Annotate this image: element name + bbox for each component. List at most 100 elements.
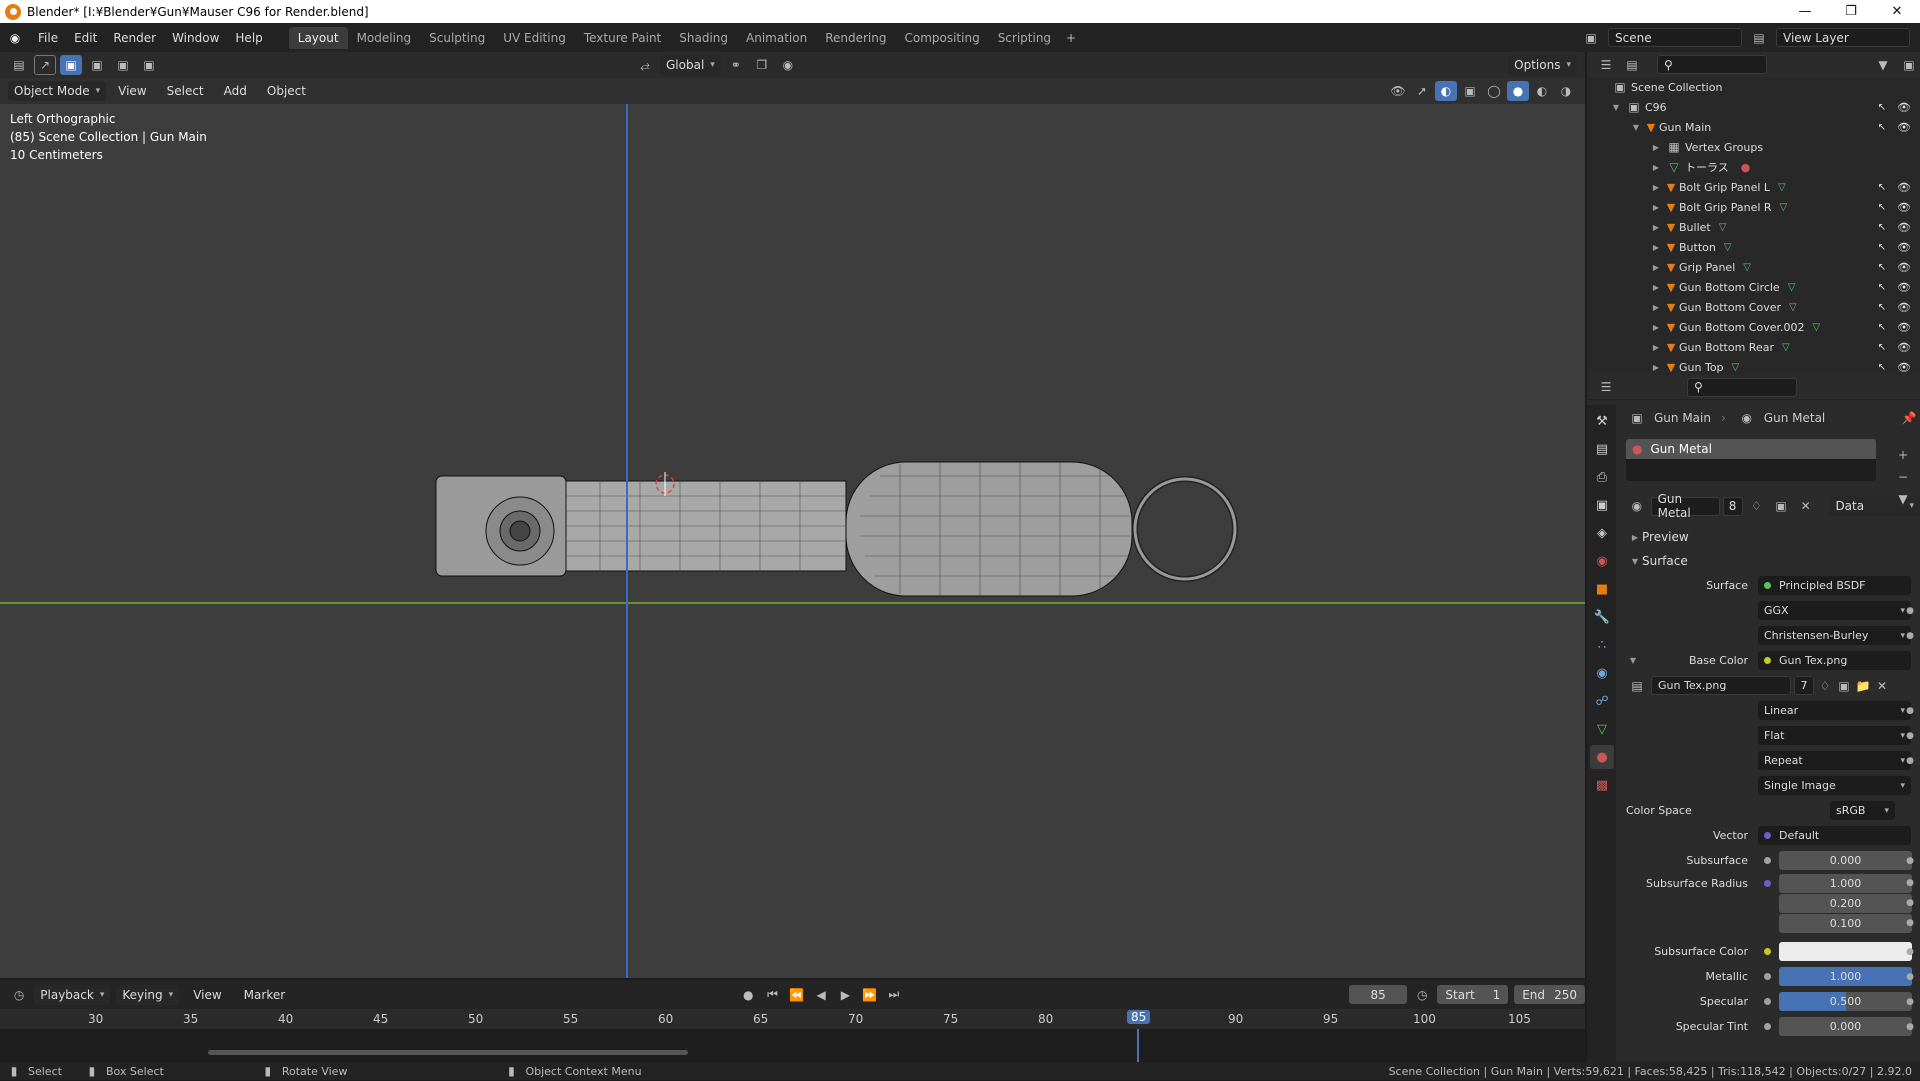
fake-user-icon[interactable]: ♢ xyxy=(1746,496,1768,516)
object-mode-dropdown[interactable]: Object Mode xyxy=(8,81,107,101)
viewport-menu-add[interactable]: Add xyxy=(216,84,255,98)
select-invert-icon[interactable]: ▣ xyxy=(138,55,160,75)
eye-icon[interactable]: 👁 xyxy=(1897,101,1911,114)
unlink-image-icon[interactable]: ✕ xyxy=(1874,676,1890,696)
outliner-row-gun-main[interactable]: ▼ ▼ Gun Main ↖ 👁 xyxy=(1587,117,1920,137)
duplicate-image-icon[interactable]: ▣ xyxy=(1836,676,1852,696)
outliner-row-item[interactable]: ▶ ▼ Gun Top ▽ ↖ 👁 xyxy=(1587,357,1920,377)
expand-icon[interactable]: ▶ xyxy=(1649,163,1663,172)
physics-tab-icon[interactable]: ◉ xyxy=(1590,661,1614,685)
transform-orientation-dropdown[interactable]: Global xyxy=(660,55,721,75)
play-icon[interactable]: ▶ xyxy=(836,985,854,1005)
eye-icon[interactable]: 👁 xyxy=(1897,301,1911,314)
pivot-icon[interactable]: ⚭ xyxy=(725,55,747,75)
minimize-button[interactable]: — xyxy=(1782,4,1828,19)
outliner-row-item[interactable]: ▶ ▦ Vertex Groups xyxy=(1587,137,1920,157)
preview-section[interactable]: ▶ Preview xyxy=(1620,525,1920,549)
viewport-menu-object[interactable]: Object xyxy=(259,84,314,98)
eye-icon[interactable]: 👁 xyxy=(1897,201,1911,214)
eye-icon[interactable]: 👁 xyxy=(1897,241,1911,254)
specular-slider[interactable]: 0.500 xyxy=(1779,992,1912,1011)
cursor-icon[interactable]: ↖ xyxy=(1878,222,1886,233)
base-color-field[interactable]: Gun Tex.png xyxy=(1758,651,1911,670)
modifier-tab-icon[interactable]: 🔧 xyxy=(1590,605,1614,629)
timeline-area[interactable] xyxy=(0,1029,1585,1062)
filter-icon[interactable]: ▼ xyxy=(1872,55,1894,75)
add-workspace-icon[interactable]: + xyxy=(1060,28,1082,48)
remove-slot-icon[interactable]: − xyxy=(1892,467,1914,487)
expand-icon[interactable]: ▶ xyxy=(1649,343,1663,352)
outliner-row-item[interactable]: ▶ ▼ Gun Bottom Cover.002 ▽ ↖ 👁 xyxy=(1587,317,1920,337)
tab-texture-paint[interactable]: Texture Paint xyxy=(575,27,670,49)
xray-icon[interactable]: ▣ xyxy=(1459,81,1481,101)
anim-dot-icon[interactable]: ● xyxy=(1906,856,1914,866)
tab-modeling[interactable]: Modeling xyxy=(348,27,421,49)
cursor-icon[interactable]: ↖ xyxy=(1878,122,1886,133)
overlays-icon[interactable]: ◐ xyxy=(1435,81,1457,101)
solid-shading-icon[interactable]: ● xyxy=(1507,81,1529,101)
eye-icon[interactable]: 👁 xyxy=(1897,121,1911,134)
anim-dot-icon[interactable]: ● xyxy=(1906,1022,1914,1032)
menu-help[interactable]: Help xyxy=(227,31,270,45)
add-slot-icon[interactable]: + xyxy=(1892,445,1914,465)
eye-icon[interactable]: 👁 xyxy=(1897,261,1911,274)
anim-dot-icon[interactable]: ● xyxy=(1906,898,1914,908)
jump-keyframe-back-icon[interactable]: ⏪ xyxy=(788,985,806,1005)
close-button[interactable]: ✕ xyxy=(1874,4,1920,19)
cursor-icon[interactable]: ↖ xyxy=(1878,322,1886,333)
expand-icon[interactable]: ▶ xyxy=(1649,323,1663,332)
tab-uv-editing[interactable]: UV Editing xyxy=(494,27,575,49)
subsurface-color-swatch[interactable] xyxy=(1779,942,1912,961)
anim-dot-icon[interactable]: ● xyxy=(1906,918,1914,928)
eye-icon[interactable]: 👁 xyxy=(1897,361,1911,374)
expand-icon[interactable]: ▶ xyxy=(1649,203,1663,212)
timeline-menu-view[interactable]: View xyxy=(185,988,229,1002)
expand-icon[interactable]: ▶ xyxy=(1649,303,1663,312)
jump-end-icon[interactable]: ⏭ xyxy=(885,985,903,1005)
outliner-row-item[interactable]: ▶ ▼ Gun Bottom Cover ▽ ↖ 👁 xyxy=(1587,297,1920,317)
anim-dot-icon[interactable]: ● xyxy=(1906,756,1914,766)
particles-tab-icon[interactable]: ∴ xyxy=(1590,633,1614,657)
expand-icon[interactable]: ▶ xyxy=(1649,363,1663,372)
anim-dot-icon[interactable]: ● xyxy=(1906,606,1914,616)
cursor-icon[interactable]: ↖ xyxy=(1878,242,1886,253)
duplicate-material-icon[interactable]: ▣ xyxy=(1770,496,1792,516)
eye-icon[interactable]: 👁 xyxy=(1897,181,1911,194)
tab-scripting[interactable]: Scripting xyxy=(989,27,1060,49)
eye-icon[interactable]: 👁 xyxy=(1897,281,1911,294)
viewport-menu-select[interactable]: Select xyxy=(159,84,212,98)
anim-dot-icon[interactable]: ● xyxy=(1906,972,1914,982)
open-image-icon[interactable]: 📁 xyxy=(1855,676,1871,696)
constraints-tab-icon[interactable]: ☍ xyxy=(1590,689,1614,713)
tab-compositing[interactable]: Compositing xyxy=(895,27,988,49)
outliner-editor-icon[interactable]: ☰ xyxy=(1595,55,1617,75)
expand-icon[interactable]: ▶ xyxy=(1649,283,1663,292)
outliner-row-item[interactable]: ▶ ▼ Gun Bottom Rear ▽ ↖ 👁 xyxy=(1587,337,1920,357)
cursor-icon[interactable]: ↖ xyxy=(1878,282,1886,293)
options-dropdown[interactable]: Options xyxy=(1508,55,1577,75)
eye-icon[interactable]: 👁 xyxy=(1897,221,1911,234)
subsurface-method-dropdown[interactable]: Christensen-Burley xyxy=(1758,626,1911,645)
extension-dropdown[interactable]: Repeat xyxy=(1758,751,1911,770)
visibility-icon[interactable]: 👁 xyxy=(1387,81,1409,101)
tab-rendering[interactable]: Rendering xyxy=(816,27,895,49)
unlink-material-icon[interactable]: ✕ xyxy=(1795,496,1817,516)
fake-user-icon[interactable]: ♢ xyxy=(1817,676,1833,696)
expand-icon[interactable]: ▼ xyxy=(1626,656,1640,665)
current-frame-field[interactable]: 85 xyxy=(1349,985,1408,1004)
eye-icon[interactable]: 👁 xyxy=(1897,341,1911,354)
specular-tint-field[interactable]: 0.000 xyxy=(1779,1017,1912,1036)
anim-dot-icon[interactable]: ● xyxy=(1906,878,1914,888)
expand-icon[interactable]: ▶ xyxy=(1649,223,1663,232)
anim-dot-icon[interactable]: ● xyxy=(1906,947,1914,957)
anim-dot-icon[interactable]: ● xyxy=(1906,997,1914,1007)
outliner-search-input[interactable]: ⚲ xyxy=(1657,55,1767,74)
image-name-field[interactable]: Gun Tex.png xyxy=(1651,676,1791,695)
gizmo-icon[interactable]: ➚ xyxy=(1411,81,1433,101)
subsurface-radius-x[interactable]: 1.000 xyxy=(1779,873,1912,893)
outliner-row-item[interactable]: ▶ ▽ トーラス ● xyxy=(1587,157,1920,177)
scene-tab-icon[interactable]: ◈ xyxy=(1590,521,1614,545)
record-icon[interactable]: ● xyxy=(739,985,757,1005)
current-frame-indicator[interactable]: 85 xyxy=(1127,1010,1151,1024)
menu-render[interactable]: Render xyxy=(105,31,164,45)
